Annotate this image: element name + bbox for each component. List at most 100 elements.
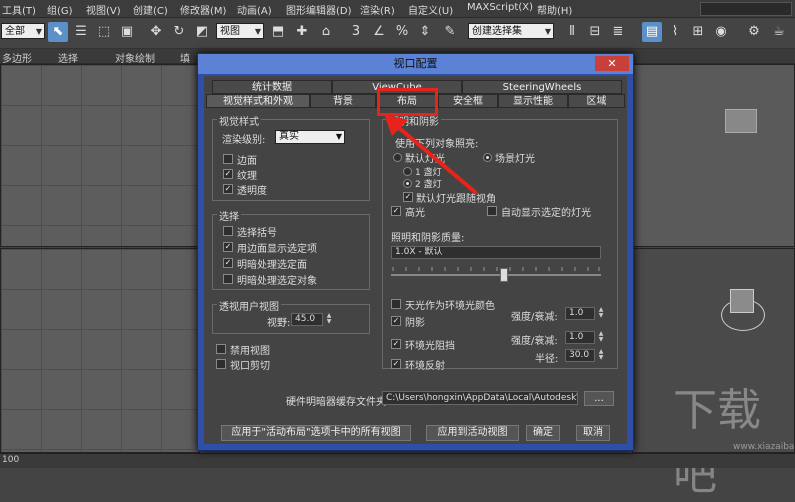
intensity-label-1: 强度/衰减: — [511, 312, 558, 323]
mirror-icon[interactable]: ⫴ — [562, 22, 582, 42]
render-level-dropdown[interactable]: 真实 ▼ — [275, 130, 345, 144]
menu-rendering[interactable]: 渲染(R) — [360, 2, 395, 17]
ribbon-tab-populate[interactable]: 填 — [180, 50, 190, 65]
viewport-bottom-left[interactable] — [0, 248, 200, 453]
tab-display-performance[interactable]: 显示性能 — [498, 94, 568, 108]
material-editor-icon[interactable]: ◉ — [711, 22, 731, 42]
selection-brackets-checkbox[interactable] — [223, 226, 233, 236]
close-button[interactable]: ✕ — [595, 56, 629, 71]
disable-view-checkbox[interactable] — [216, 344, 226, 354]
radius-field[interactable]: 30.0 — [565, 349, 595, 362]
ribbon-tab-selection[interactable]: 选择 — [58, 50, 78, 65]
ribbon-tab-object-paint[interactable]: 对象绘制 — [115, 50, 155, 65]
textures-checkbox[interactable]: ✓ — [223, 169, 233, 179]
radius-spinner[interactable]: ▲ ▼ — [597, 349, 605, 362]
shadows-checkbox[interactable]: ✓ — [391, 316, 401, 326]
select-by-name-icon[interactable]: ☰ — [71, 22, 91, 42]
menu-help[interactable]: 帮助(H) — [537, 2, 572, 17]
manipulate-icon[interactable]: ✚ — [292, 22, 312, 42]
environment-reflection-label: 环境反射 — [405, 361, 445, 372]
schematic-view-icon[interactable]: ⊞ — [688, 22, 708, 42]
viewport-top-left[interactable] — [0, 64, 200, 247]
shade-selected-faces-checkbox[interactable]: ✓ — [223, 258, 233, 268]
snap-toggle-icon[interactable]: 3 — [346, 22, 366, 42]
sky-as-env-checkbox[interactable] — [391, 299, 401, 309]
ribbon-tab-polygon[interactable]: 多边形 — [2, 50, 32, 65]
highlights-checkbox[interactable]: ✓ — [391, 206, 401, 216]
menu-tools[interactable]: 工具(T) — [2, 2, 36, 17]
curve-editor-icon[interactable]: ⌇ — [665, 22, 685, 42]
spinner-snap-icon[interactable]: ⇕ — [415, 22, 435, 42]
menu-bar: 工具(T) 组(G) 视图(V) 创建(C) 修改器(M) 动画(A) 图形编辑… — [0, 0, 795, 18]
scene-lights-radio[interactable] — [483, 153, 492, 162]
quality-slider-thumb[interactable] — [500, 268, 508, 282]
scene-lights-label: 场景灯光 — [495, 154, 535, 165]
intensity-field-2[interactable]: 1.0 — [565, 331, 595, 344]
selection-filter-dropdown[interactable]: 全部 ▼ — [1, 23, 45, 39]
selection-brackets-label: 选择括号 — [237, 228, 277, 239]
percent-snap-icon[interactable]: % — [392, 22, 412, 42]
cache-folder-field[interactable]: C:\Users\hongxin\AppData\Local\Autodesk\… — [382, 391, 578, 405]
cancel-button[interactable]: 取消 — [576, 425, 610, 441]
cache-folder-label: 硬件明暗器缓存文件夹: — [286, 397, 390, 408]
annotation-arrow — [384, 114, 477, 194]
ok-button[interactable]: 确定 — [526, 425, 560, 441]
menu-views[interactable]: 视图(V) — [86, 2, 121, 17]
fov-spinner[interactable]: ▲ ▼ — [325, 313, 333, 326]
intensity-spinner-1[interactable]: ▲ ▼ — [597, 307, 605, 320]
apply-all-views-button[interactable]: 应用于"活动布局"选项卡中的所有视图 — [221, 425, 411, 441]
viewcube-cube-icon[interactable] — [730, 289, 754, 313]
select-object-icon[interactable]: ⬉ — [48, 22, 68, 42]
intensity-spinner-2[interactable]: ▲ ▼ — [597, 331, 605, 344]
ambient-occlusion-checkbox[interactable]: ✓ — [391, 339, 401, 349]
viewport-perspective[interactable]: 下载吧 www.xiazaiba.com — [632, 248, 795, 500]
quality-label: 照明和阴影质量: — [391, 233, 465, 244]
auto-show-lights-checkbox[interactable] — [487, 206, 497, 216]
tab-steeringwheels[interactable]: SteeringWheels — [462, 80, 622, 94]
environment-reflection-checkbox[interactable]: ✓ — [391, 359, 401, 369]
apply-active-view-button[interactable]: 应用到活动视图 — [426, 425, 519, 441]
textures-label: 纹理 — [237, 171, 257, 182]
keyboard-shortcut-icon[interactable]: ⌂ — [316, 22, 336, 42]
tab-statistics[interactable]: 统计数据 — [212, 80, 332, 94]
menu-customize[interactable]: 自定义(U) — [408, 2, 453, 17]
reference-coord-dropdown[interactable]: 视图 ▼ — [216, 23, 264, 39]
rect-selection-icon[interactable]: ⬚ — [94, 22, 114, 42]
search-box[interactable] — [700, 2, 792, 16]
scene-explorer-icon[interactable]: ▤ — [642, 22, 662, 42]
tab-visual-style[interactable]: 视觉样式和外观 — [206, 94, 310, 108]
menu-modifiers[interactable]: 修改器(M) — [180, 2, 226, 17]
fov-field[interactable]: 45.0 — [291, 313, 323, 326]
shade-selected-objects-checkbox[interactable] — [223, 274, 233, 284]
rotate-icon[interactable]: ↻ — [169, 22, 189, 42]
edit-named-selection-icon[interactable]: ✎ — [440, 22, 460, 42]
pivot-icon[interactable]: ⬒ — [268, 22, 288, 42]
window-crossing-icon[interactable]: ▣ — [117, 22, 137, 42]
viewcube-icon[interactable] — [725, 109, 757, 133]
intensity-field-1[interactable]: 1.0 — [565, 307, 595, 320]
align-icon[interactable]: ⊟ — [585, 22, 605, 42]
viewport-clip-checkbox[interactable] — [216, 359, 226, 369]
transparency-checkbox[interactable]: ✓ — [223, 184, 233, 194]
menu-graph-editors[interactable]: 图形编辑器(D) — [286, 2, 352, 17]
scale-icon[interactable]: ◩ — [192, 22, 212, 42]
named-selection-dropdown[interactable]: 创建选择集 ▼ — [468, 23, 554, 39]
edged-faces-checkbox[interactable]: ✓ — [223, 242, 233, 252]
menu-animation[interactable]: 动画(A) — [237, 2, 272, 17]
layer-manager-icon[interactable]: ≣ — [608, 22, 628, 42]
angle-snap-icon[interactable]: ∠ — [369, 22, 389, 42]
move-icon[interactable]: ✥ — [146, 22, 166, 42]
tab-background[interactable]: 背景 — [310, 94, 376, 108]
browse-button[interactable]: ... — [584, 391, 614, 406]
menu-maxscript[interactable]: MAXScript(X) — [467, 2, 533, 13]
tab-regions[interactable]: 区域 — [568, 94, 625, 108]
edges-checkbox[interactable] — [223, 154, 233, 164]
render-teapot-icon[interactable]: ☕ — [769, 22, 789, 42]
render-setup-icon[interactable]: ⚙ — [744, 22, 764, 42]
menu-create[interactable]: 创建(C) — [133, 2, 168, 17]
menu-group[interactable]: 组(G) — [47, 2, 73, 17]
quality-slider-track[interactable] — [391, 274, 601, 276]
tab-safe-frame[interactable]: 安全框 — [438, 94, 498, 108]
viewport-top-right[interactable] — [632, 64, 795, 247]
fov-label: 视野: — [267, 318, 291, 329]
